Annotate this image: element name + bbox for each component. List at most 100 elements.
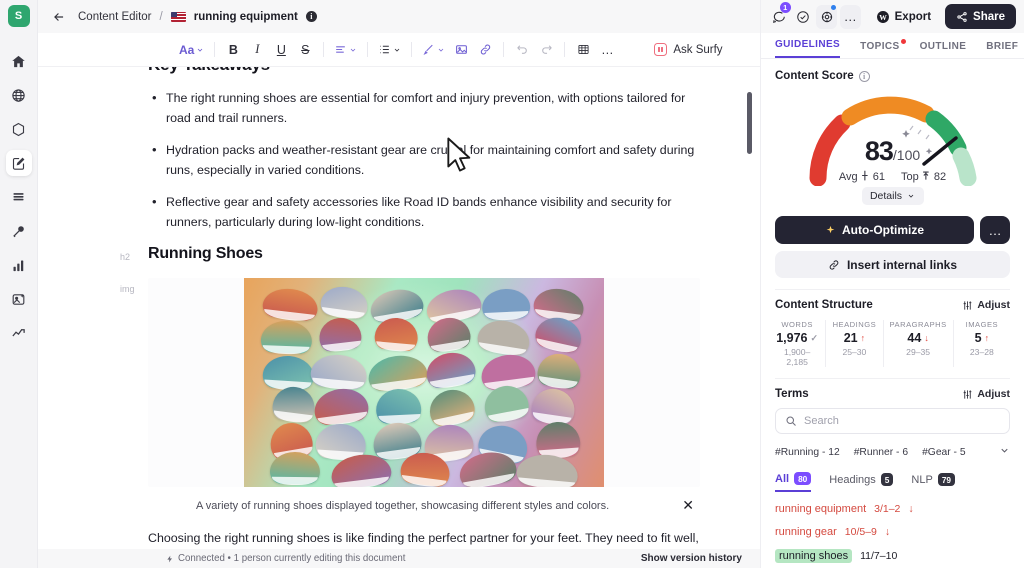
sidebar-item-analytics[interactable]: [6, 252, 32, 278]
undo-icon: [516, 43, 529, 56]
running-shoes-image[interactable]: [244, 278, 604, 487]
bold-button[interactable]: B: [222, 38, 244, 62]
chevron-down-icon: [196, 46, 204, 54]
score-value-group: 83 /100: [865, 136, 920, 167]
gutter-tag-h2: h2: [120, 252, 130, 262]
document-canvas[interactable]: Key Takeaways The right running shoes ar…: [38, 67, 760, 549]
insert-table-button[interactable]: [572, 38, 594, 62]
heading-running-shoes[interactable]: Running Shoes: [148, 245, 700, 263]
comments-badge: 1: [780, 2, 791, 13]
svg-text:W: W: [879, 12, 887, 21]
redo-button[interactable]: [535, 38, 557, 62]
terms-tab-nlp[interactable]: NLP 79: [911, 473, 955, 491]
breadcrumb-separator: /: [160, 11, 163, 23]
chevron-down-icon[interactable]: [999, 443, 1010, 461]
sidebar-item-content-editor[interactable]: [6, 150, 32, 176]
export-label: Export: [895, 11, 931, 23]
settings-button[interactable]: [816, 5, 837, 29]
adjust-terms-button[interactable]: Adjust: [962, 388, 1010, 400]
tab-brief[interactable]: BRIEF: [986, 41, 1018, 58]
top-icon: [922, 170, 931, 181]
list-button[interactable]: [375, 38, 404, 62]
version-history-link[interactable]: Show version history: [641, 553, 742, 564]
highlight-button[interactable]: [419, 38, 448, 62]
body-paragraph[interactable]: Choosing the right running shoes is like…: [148, 529, 700, 549]
terms-tab-headings[interactable]: Headings 5: [829, 473, 893, 491]
tab-guidelines[interactable]: GUIDELINES: [775, 39, 840, 58]
undo-button[interactable]: [511, 38, 533, 62]
tab-outline[interactable]: OUTLINE: [920, 41, 967, 58]
sidebar-item-list[interactable]: [6, 184, 32, 210]
adjust-structure-button[interactable]: Adjust: [962, 299, 1010, 311]
app-logo[interactable]: S: [8, 5, 30, 27]
heading-key-takeaways[interactable]: Key Takeaways: [148, 67, 700, 75]
sparkle-icon: [825, 225, 836, 236]
main-area: Content Editor / running equipment i Aa …: [38, 0, 760, 568]
sidebar-item-trending[interactable]: [6, 320, 32, 346]
content-structure-title: Content Structure: [775, 299, 873, 311]
list-item[interactable]: Hydration packs and weather-resistant ge…: [148, 141, 700, 180]
back-arrow-icon[interactable]: [48, 6, 70, 28]
insert-internal-links-button[interactable]: Insert internal links: [775, 251, 1010, 278]
term-list-item[interactable]: running equipment 3/1–2 ↓: [775, 503, 1010, 515]
terms-search-input[interactable]: Search: [775, 408, 1010, 434]
wordpress-icon: W: [876, 10, 890, 24]
details-button[interactable]: Details: [862, 187, 924, 205]
panel-more-button[interactable]: …: [840, 5, 861, 29]
status-bar: Connected • 1 person currently editing t…: [38, 549, 760, 568]
panel-body: Content Score i 83 /100 Avg 61 Top 82 De…: [761, 59, 1024, 568]
ask-surfy-button[interactable]: Ask Surfy: [648, 38, 728, 62]
toolbar-divider: [214, 42, 215, 57]
scrollbar-thumb[interactable]: [747, 92, 752, 154]
info-icon[interactable]: i: [859, 71, 870, 82]
image-frame: [148, 278, 700, 487]
term-list-item[interactable]: running shoes 11/7–10: [775, 549, 1010, 563]
term-chip[interactable]: #Runner - 6: [854, 447, 908, 458]
share-button[interactable]: Share: [945, 4, 1016, 29]
export-button[interactable]: W Export: [870, 5, 937, 29]
breadcrumb-section[interactable]: Content Editor: [78, 11, 152, 23]
image-block[interactable]: img A variety of running shoes displayed…: [148, 278, 700, 514]
italic-button[interactable]: I: [246, 38, 268, 62]
insert-image-button[interactable]: [450, 38, 472, 62]
stat-headings[interactable]: HEADINGS 21 ↑ 25–30: [832, 320, 883, 367]
toolbar-more-button[interactable]: …: [596, 38, 618, 62]
sidebar-item-home[interactable]: [6, 48, 32, 74]
image-caption[interactable]: A variety of running shoes displayed tog…: [196, 500, 609, 512]
toolbar-divider: [411, 42, 412, 57]
term-chip[interactable]: #Gear - 5: [922, 447, 966, 458]
terms-title: Terms: [775, 388, 809, 400]
sidebar-item-hexagon[interactable]: [6, 116, 32, 142]
check-button[interactable]: [793, 5, 814, 29]
image-caption-row: A variety of running shoes displayed tog…: [148, 497, 700, 514]
term-list-item[interactable]: running gear 10/5–9 ↓: [775, 526, 1010, 538]
score-max: /100: [893, 147, 920, 163]
insert-link-button[interactable]: [474, 38, 496, 62]
info-icon[interactable]: i: [306, 11, 317, 22]
tab-topics[interactable]: TOPICS: [860, 41, 899, 58]
term-chip[interactable]: #Running - 12: [775, 447, 840, 458]
stat-paragraphs[interactable]: PARAGRAPHS 44 ↓ 29–35: [890, 320, 954, 367]
chevron-down-icon: [437, 46, 445, 54]
stat-words[interactable]: WORDS 1,976 ✓ 1,900–2,185: [775, 320, 826, 367]
terms-tab-all[interactable]: All 80: [775, 472, 811, 492]
underline-button[interactable]: U: [270, 38, 292, 62]
close-icon[interactable]: ✕: [682, 497, 700, 514]
auto-optimize-button[interactable]: Auto-Optimize: [775, 216, 974, 244]
optimize-more-button[interactable]: …: [980, 216, 1010, 244]
document-scrollbar[interactable]: [747, 67, 752, 549]
status-marker: ↑: [861, 333, 866, 343]
sidebar-item-keywords[interactable]: [6, 218, 32, 244]
sidebar-item-ai-image[interactable]: [6, 286, 32, 312]
list-item[interactable]: The right running shoes are essential fo…: [148, 89, 700, 128]
stat-images[interactable]: IMAGES 5 ↑ 23–28: [960, 320, 1010, 367]
list-item[interactable]: Reflective gear and safety accessories l…: [148, 193, 700, 232]
comments-button[interactable]: 1: [769, 5, 790, 29]
toolbar-divider: [367, 42, 368, 57]
align-button[interactable]: [331, 38, 360, 62]
strikethrough-button[interactable]: S: [294, 38, 316, 62]
terms-header: Terms Adjust: [775, 388, 1010, 400]
score-value: 83: [865, 136, 893, 167]
font-style-button[interactable]: Aa: [176, 38, 207, 62]
sidebar-item-globe[interactable]: [6, 82, 32, 108]
